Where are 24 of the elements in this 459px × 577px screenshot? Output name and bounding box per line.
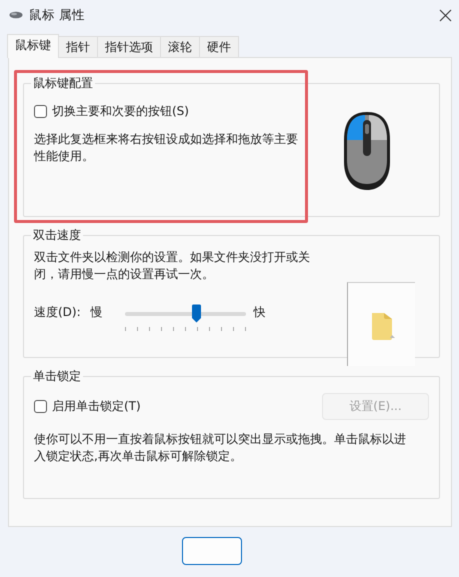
description-text: 双击文件夹以检测你的设置。如果文件夹没打开或关闭，请用慢一点的设置再试一次。 bbox=[34, 249, 311, 283]
checkbox[interactable] bbox=[34, 105, 47, 118]
group-title: 双击速度 bbox=[33, 228, 81, 242]
group-title: 单击锁定 bbox=[33, 369, 81, 383]
tab[interactable]: 指针 bbox=[58, 36, 98, 57]
checkbox[interactable] bbox=[34, 400, 47, 413]
slider-thumb[interactable] bbox=[191, 304, 202, 323]
mouse-icon bbox=[9, 11, 23, 19]
group-title: 鼠标键配置 bbox=[33, 76, 93, 90]
speed-label: 速度(D): bbox=[34, 304, 81, 321]
checkbox-label[interactable]: 启用单击锁定(T) bbox=[52, 398, 141, 415]
description-text: 选择此复选框来将右按钮设成如选择和拖放等主要性能使用。 bbox=[34, 131, 299, 165]
tab[interactable]: 滚轮 bbox=[160, 36, 200, 57]
slow-label: 慢 bbox=[90, 304, 104, 321]
tab[interactable]: 鼠标键 bbox=[7, 34, 59, 58]
close-icon[interactable] bbox=[439, 8, 452, 22]
dialog-button[interactable] bbox=[182, 537, 242, 565]
speed-slider[interactable] bbox=[124, 304, 246, 334]
description-text: 使你可以不用一直按着鼠标按钮就可以突出显示或拖拽。单击鼠标以进入锁定状态,再次单击鼠标可解除锁定。 bbox=[34, 431, 407, 465]
checkbox-label[interactable]: 切换主要和次要的按钮(S) bbox=[52, 103, 189, 120]
tab[interactable]: 指针选项 bbox=[97, 36, 161, 57]
tab[interactable]: 硬件 bbox=[199, 36, 239, 57]
fast-label: 快 bbox=[254, 304, 266, 321]
window-title: 鼠标 属性 bbox=[29, 6, 85, 24]
